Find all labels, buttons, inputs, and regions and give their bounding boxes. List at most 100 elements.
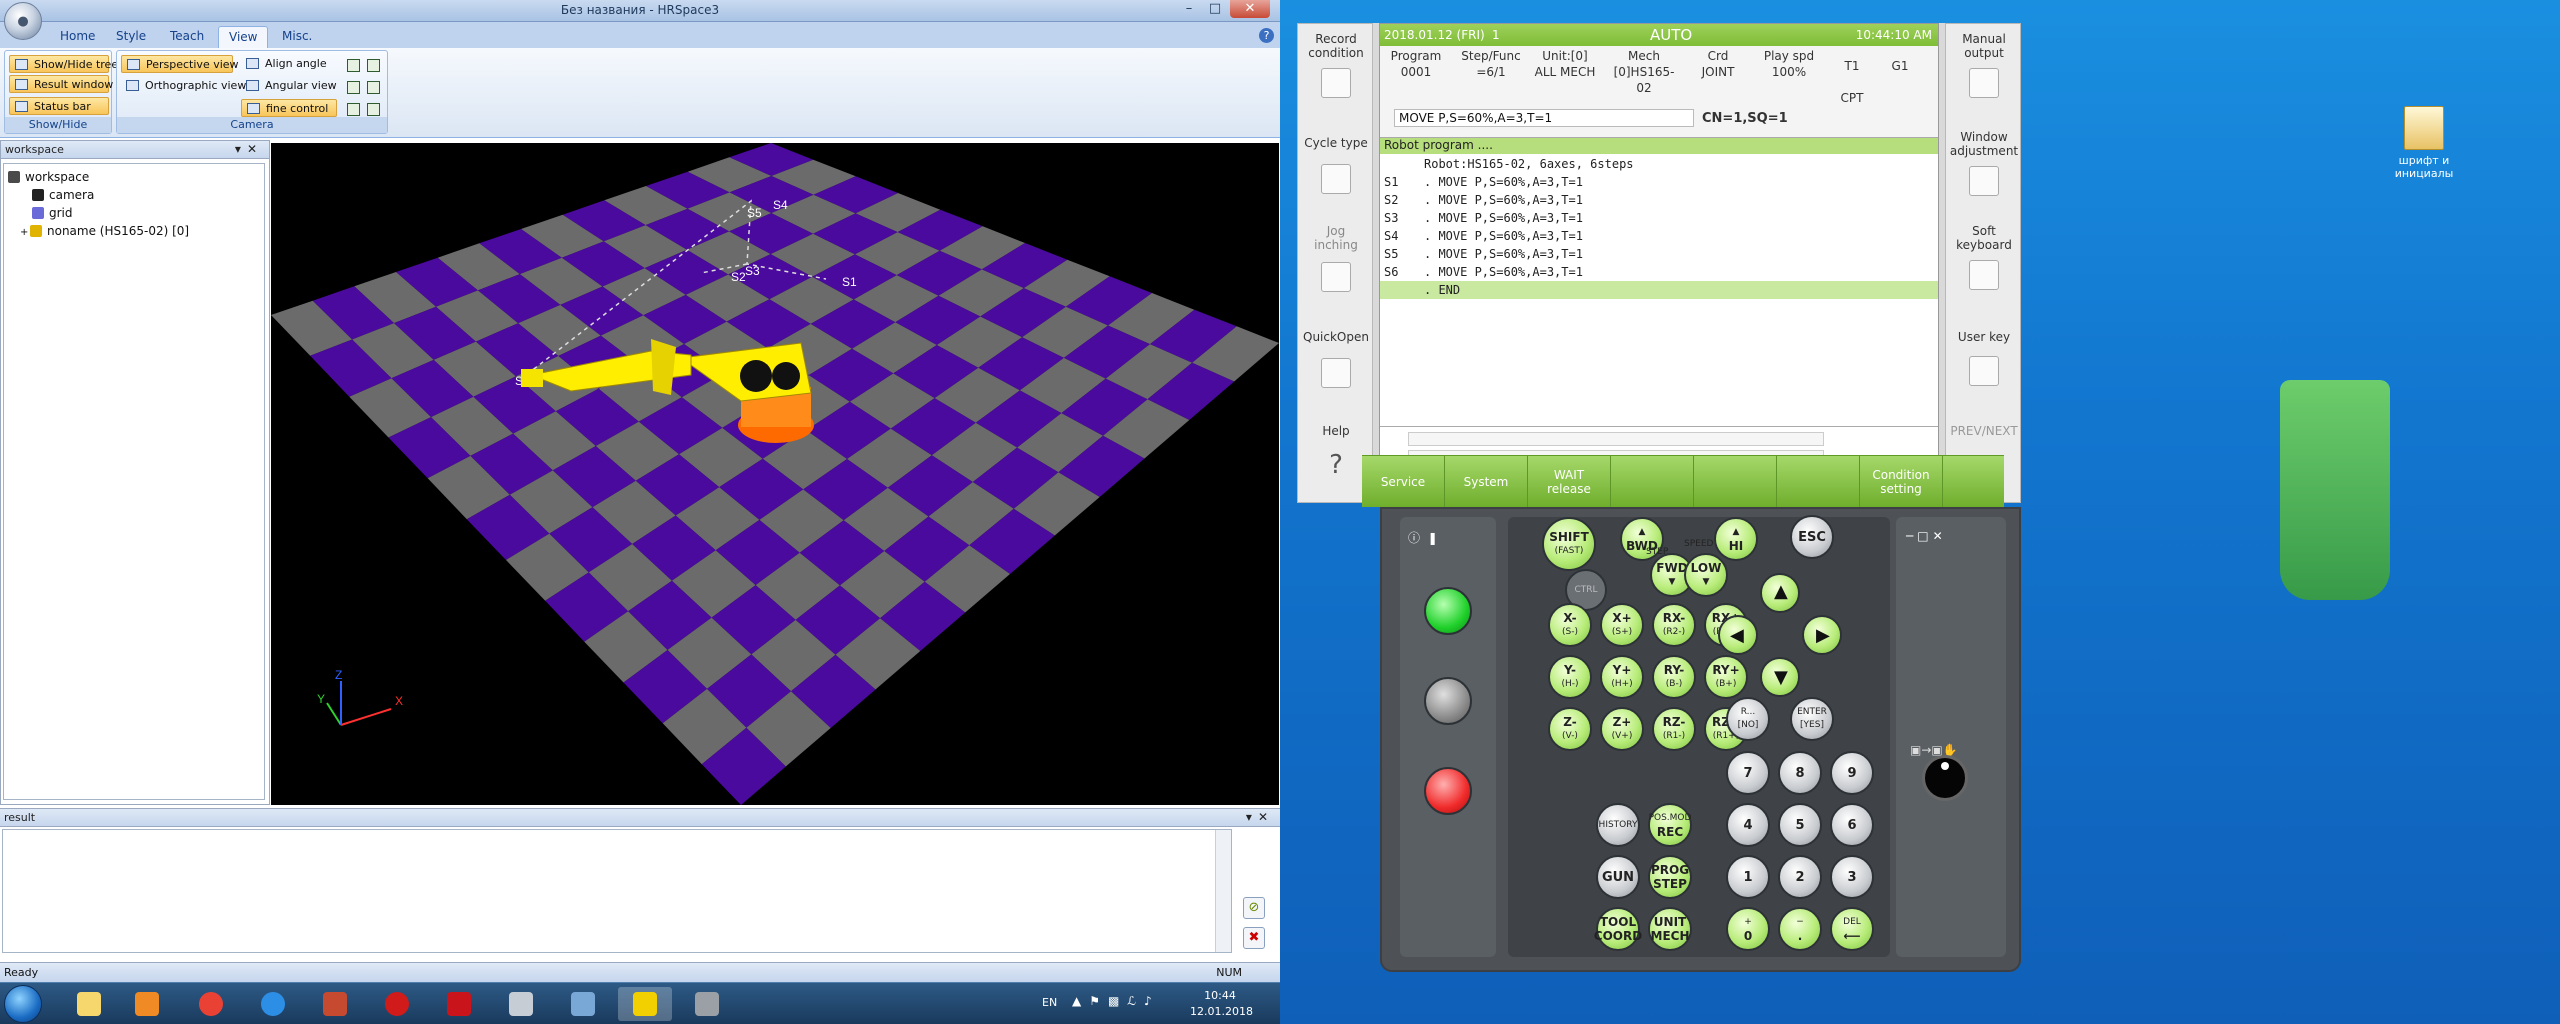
- empty-fkey[interactable]: [1611, 456, 1694, 508]
- digit-key-1[interactable]: 1: [1726, 855, 1770, 899]
- digit-key-5[interactable]: 5: [1778, 803, 1822, 847]
- shift-key[interactable]: SHIFT (FAST): [1542, 517, 1596, 571]
- esc-key[interactable]: ESC: [1790, 515, 1834, 559]
- pendant-taskbar-icon[interactable]: [680, 987, 734, 1021]
- start-button[interactable]: [4, 985, 42, 1023]
- help-button[interactable]: Help: [1298, 424, 1374, 438]
- view-copy-icon[interactable]: [347, 103, 360, 116]
- tree-node-robot[interactable]: + noname (HS165-02) [0]: [8, 222, 264, 240]
- expand-icon[interactable]: +: [20, 224, 30, 242]
- result-output[interactable]: [2, 829, 1232, 953]
- view-copy-icon[interactable]: [347, 59, 360, 72]
- minimize-button[interactable]: –: [1176, 0, 1202, 18]
- panel-controls[interactable]: ▾✕: [1246, 810, 1274, 824]
- digit-key-3[interactable]: 3: [1830, 855, 1874, 899]
- jog-x-minus-key[interactable]: X- (S-): [1548, 603, 1592, 647]
- arrow-left-key[interactable]: ◀: [1718, 615, 1758, 655]
- program-line[interactable]: S3. MOVE P,S=60%,A=3,T=1: [1380, 209, 1938, 227]
- help-icon[interactable]: ?: [1259, 28, 1274, 43]
- ie-taskbar-icon[interactable]: [246, 987, 300, 1021]
- delete-key[interactable]: DEL ⟵: [1830, 907, 1874, 951]
- prev-next-button[interactable]: PREV/NEXT: [1946, 424, 2022, 438]
- hrspace-taskbar-icon[interactable]: [618, 987, 672, 1021]
- condition-setting-fkey[interactable]: Condition setting: [1860, 456, 1943, 508]
- window-controls[interactable]: ─□✕: [1906, 529, 1947, 543]
- command-line[interactable]: MOVE P,S=60%,A=3,T=1: [1394, 109, 1694, 127]
- unit-mech-key[interactable]: UNIT MECH: [1648, 907, 1692, 951]
- service-fkey[interactable]: Service: [1362, 456, 1445, 508]
- digit-key-6[interactable]: 6: [1830, 803, 1874, 847]
- digit-key-4[interactable]: 4: [1726, 803, 1770, 847]
- orthographic-view-button[interactable]: Orthographic view: [121, 77, 247, 95]
- start-lamp-button[interactable]: [1424, 587, 1472, 635]
- program-line[interactable]: S6. MOVE P,S=60%,A=3,T=1: [1380, 263, 1938, 281]
- 3d-viewport[interactable]: S1 S2 S3 S4 S5 S6 X: [271, 143, 1279, 805]
- view-copy-icon[interactable]: [347, 81, 360, 94]
- tab-home[interactable]: Home: [50, 26, 105, 48]
- pdf-taskbar-icon[interactable]: [432, 987, 486, 1021]
- jog-x-plus-key[interactable]: X+ (S+): [1600, 603, 1644, 647]
- hold-lamp-button[interactable]: [1424, 677, 1472, 725]
- calculator-taskbar-icon[interactable]: [494, 987, 548, 1021]
- media-taskbar-icon[interactable]: [120, 987, 174, 1021]
- application-menu-button[interactable]: ●: [4, 2, 42, 40]
- jog-rx-minus-key[interactable]: RX- (R2-): [1652, 603, 1696, 647]
- arrow-up-key[interactable]: ▲: [1760, 573, 1800, 613]
- language-indicator[interactable]: EN: [1042, 996, 1057, 1009]
- desktop-folder-icon[interactable]: шрифт и инициалы: [2380, 100, 2468, 200]
- wait-release-fkey[interactable]: WAIT release: [1528, 456, 1611, 508]
- angular-view-button[interactable]: Angular view: [241, 77, 337, 95]
- view-copy-icon[interactable]: [367, 81, 380, 94]
- tab-view[interactable]: View: [218, 26, 269, 48]
- jog-z-minus-key[interactable]: Z- (V-): [1548, 707, 1592, 751]
- soft-keyboard-button[interactable]: Soft keyboard: [1946, 224, 2022, 252]
- mech-info[interactable]: Mech [0]HS165-02: [1606, 48, 1682, 96]
- digit-key-8[interactable]: 8: [1778, 751, 1822, 795]
- gun-key[interactable]: GUN: [1596, 855, 1640, 899]
- user-key-button[interactable]: User key: [1946, 330, 2022, 344]
- digit-key-7[interactable]: 7: [1726, 751, 1770, 795]
- arrow-down-key[interactable]: ▼: [1760, 657, 1800, 697]
- view-copy-icon[interactable]: [367, 103, 380, 116]
- empty-fkey[interactable]: [1694, 456, 1777, 508]
- play-speed-info[interactable]: Play spd 100%: [1754, 48, 1824, 80]
- speed-hi-key[interactable]: ▲ HI: [1714, 517, 1758, 561]
- empty-fkey[interactable]: [1777, 456, 1860, 508]
- view-copy-icon[interactable]: [367, 59, 380, 72]
- program-line[interactable]: S1. MOVE P,S=60%,A=3,T=1: [1380, 173, 1938, 191]
- fine-control-button[interactable]: fine control: [241, 99, 337, 117]
- program-listing[interactable]: Robot:HS165-02, 6axes, 6steps S1. MOVE P…: [1380, 155, 1938, 427]
- app-taskbar-icon[interactable]: [308, 987, 362, 1021]
- tool-coord-key[interactable]: TOOL COORD: [1594, 907, 1642, 951]
- t1-info[interactable]: T1 CPT: [1832, 58, 1872, 106]
- jog-ry-minus-key[interactable]: RY- (B-): [1652, 655, 1696, 699]
- digit-key-2[interactable]: 2: [1778, 855, 1822, 899]
- opera-taskbar-icon[interactable]: [370, 987, 424, 1021]
- explorer-taskbar-icon[interactable]: [62, 987, 116, 1021]
- close-button[interactable]: ✕: [1230, 0, 1270, 18]
- jog-y-plus-key[interactable]: Y+ (H+): [1600, 655, 1644, 699]
- tab-style[interactable]: Style: [106, 26, 156, 48]
- status-bar-button[interactable]: Status bar: [9, 97, 109, 115]
- program-info[interactable]: Program 0001: [1386, 48, 1446, 80]
- maximize-button[interactable]: □: [1202, 0, 1228, 18]
- program-line[interactable]: S5. MOVE P,S=60%,A=3,T=1: [1380, 245, 1938, 263]
- tool-taskbar-icon[interactable]: [556, 987, 610, 1021]
- show-hide-tree-button[interactable]: Show/Hide tree: [9, 55, 118, 73]
- crd-info[interactable]: Crd JOINT: [1690, 48, 1746, 80]
- unit-info[interactable]: Unit:[0] ALL MECH: [1532, 48, 1598, 80]
- record-condition-button[interactable]: Record condition: [1298, 32, 1374, 60]
- plus-zero-key[interactable]: +0: [1726, 907, 1770, 951]
- result-window-button[interactable]: Result window: [9, 75, 113, 93]
- program-line[interactable]: Robot:HS165-02, 6axes, 6steps: [1380, 155, 1938, 173]
- system-clock[interactable]: 10:44 12.01.2018: [1190, 988, 1253, 1020]
- tree-node-camera[interactable]: camera: [8, 186, 264, 204]
- program-line[interactable]: S4. MOVE P,S=60%,A=3,T=1: [1380, 227, 1938, 245]
- stop-lamp-button[interactable]: [1424, 767, 1472, 815]
- jog-inching-button[interactable]: Jog inching: [1298, 224, 1374, 252]
- chrome-taskbar-icon[interactable]: [184, 987, 238, 1021]
- program-line-selected[interactable]: . END: [1380, 281, 1938, 299]
- perspective-view-button[interactable]: Perspective view: [121, 55, 239, 73]
- clear-icon[interactable]: ✖: [1243, 927, 1265, 949]
- manual-output-button[interactable]: Manual output: [1946, 32, 2022, 60]
